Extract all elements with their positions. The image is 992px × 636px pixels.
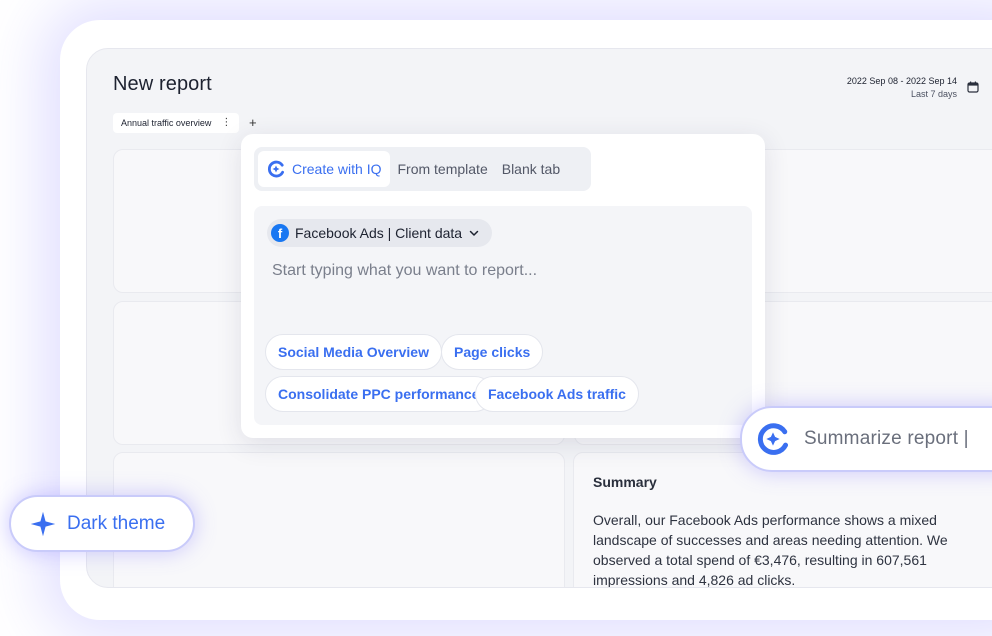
calendar-icon[interactable]	[967, 81, 979, 93]
kebab-menu-icon[interactable]: ⋮	[221, 118, 231, 128]
prompt-input[interactable]	[272, 259, 732, 283]
prompt-box: f Facebook Ads | Client data Social Medi…	[254, 206, 752, 425]
page-title: New report	[113, 73, 212, 95]
tab-create-with-iq[interactable]: Create with IQ	[258, 151, 391, 187]
suggestion-consolidate-ppc[interactable]: Consolidate PPC performance	[265, 376, 493, 412]
tab-blank[interactable]: Blank tab	[495, 151, 567, 187]
date-range-value: 2022 Sep 08 - 2022 Sep 14	[846, 76, 957, 86]
suggestion-facebook-ads-traffic[interactable]: Facebook Ads traffic	[475, 376, 639, 412]
tab-from-template[interactable]: From template	[390, 151, 494, 187]
date-range-picker[interactable]: 2022 Sep 08 - 2022 Sep 14 Last 7 days	[847, 75, 957, 101]
suggestion-social-media-overview[interactable]: Social Media Overview	[265, 334, 442, 370]
report-tab[interactable]: Annual traffic overview ⋮	[113, 113, 240, 133]
report-tab-label: Annual traffic overview	[121, 118, 212, 128]
suggestion-page-clicks[interactable]: Page clicks	[441, 334, 544, 370]
stage: New report 2022 Sep 08 - 2022 Sep 14 Las…	[0, 0, 992, 636]
creation-mode-tabs: Create with IQ From template Blank tab	[254, 147, 591, 191]
summarize-report-pill[interactable]: Summarize report |	[740, 406, 992, 472]
dark-theme-pill[interactable]: Dark theme	[9, 495, 195, 552]
facebook-icon: f	[271, 224, 289, 242]
chevron-down-icon	[469, 230, 479, 236]
sparkle-icon	[30, 511, 56, 536]
summary-text: Overall, our Facebook Ads performance sh…	[593, 512, 948, 588]
summary-card: Summary Overall, our Facebook Ads perfor…	[573, 452, 992, 588]
add-tab-button[interactable]: +	[249, 113, 257, 133]
data-source-dropdown[interactable]: f Facebook Ads | Client data	[267, 219, 493, 247]
summarize-report-text: Summarize report |	[804, 428, 969, 449]
date-range-label: Last 7 days	[910, 89, 957, 99]
iq-logo-icon	[267, 160, 284, 178]
iq-logo-icon	[757, 423, 789, 455]
create-panel: Create with IQ From template Blank tab f…	[241, 134, 765, 438]
dark-theme-label: Dark theme	[67, 512, 166, 534]
data-source-label: Facebook Ads | Client data	[295, 225, 463, 241]
summary-title: Summary	[593, 474, 657, 490]
tab-create-with-iq-label: Create with IQ	[292, 161, 382, 177]
